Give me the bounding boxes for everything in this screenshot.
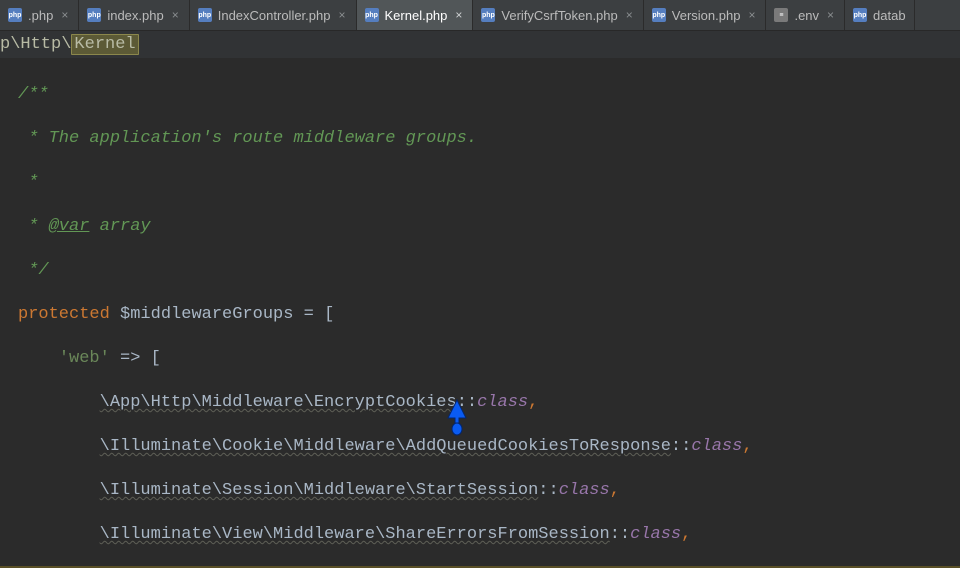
tab-file-3-kernel-active[interactable]: php Kernel.php × bbox=[357, 0, 474, 30]
tab-label: Version.php bbox=[672, 8, 741, 23]
tab-file-1[interactable]: php index.php × bbox=[79, 0, 189, 30]
class-ref: \Illuminate\View\Middleware\ShareErrorsF… bbox=[100, 525, 610, 544]
close-icon[interactable]: × bbox=[170, 9, 181, 21]
breadcrumb-prefix: p\Http\ bbox=[0, 35, 71, 54]
class-keyword: class bbox=[477, 393, 528, 412]
tab-label: Kernel.php bbox=[385, 8, 448, 23]
tab-file-4[interactable]: php VerifyCsrfToken.php × bbox=[473, 0, 643, 30]
close-icon[interactable]: × bbox=[825, 9, 836, 21]
tab-file-5[interactable]: php Version.php × bbox=[644, 0, 767, 30]
text-file-icon: ≡ bbox=[774, 8, 788, 22]
close-icon[interactable]: × bbox=[453, 9, 464, 21]
doc-comment: * bbox=[18, 173, 38, 192]
close-icon[interactable]: × bbox=[746, 9, 757, 21]
tab-label: .env bbox=[794, 8, 819, 23]
class-ref: \Illuminate\Session\Middleware\StartSess… bbox=[100, 481, 539, 500]
variable: $middlewareGroups bbox=[120, 305, 293, 324]
class-ref: \App\Http\Middleware\EncryptCookies bbox=[100, 393, 457, 412]
doc-tag: @var bbox=[49, 217, 90, 236]
php-file-icon: php bbox=[8, 8, 22, 22]
string: 'web' bbox=[59, 349, 110, 368]
class-keyword: class bbox=[630, 525, 681, 544]
punct: , bbox=[681, 525, 691, 544]
class-ref: \Illuminate\Cookie\Middleware\AddQueuedC… bbox=[100, 437, 671, 456]
php-file-icon: php bbox=[481, 8, 495, 22]
php-file-icon: php bbox=[87, 8, 101, 22]
php-file-icon: php bbox=[198, 8, 212, 22]
tab-file-7-truncated[interactable]: php datab bbox=[845, 0, 915, 30]
tab-file-2[interactable]: php IndexController.php × bbox=[190, 0, 357, 30]
operator: :: bbox=[671, 437, 691, 456]
operator: = [ bbox=[293, 305, 334, 324]
operator: :: bbox=[610, 525, 630, 544]
php-file-icon: php bbox=[365, 8, 379, 22]
close-icon[interactable]: × bbox=[336, 9, 347, 21]
class-keyword: class bbox=[691, 437, 742, 456]
punct: , bbox=[528, 393, 538, 412]
tab-label: datab bbox=[873, 8, 906, 23]
tab-label: .php bbox=[28, 8, 53, 23]
keyword-protected: protected bbox=[18, 305, 110, 324]
close-icon[interactable]: × bbox=[59, 9, 70, 21]
class-keyword: class bbox=[559, 481, 610, 500]
tab-bar: php .php × php index.php × php IndexCont… bbox=[0, 0, 960, 31]
breadcrumb-highlight: Kernel bbox=[71, 34, 138, 55]
tab-label: index.php bbox=[107, 8, 163, 23]
php-file-icon: php bbox=[853, 8, 867, 22]
tab-label: IndexController.php bbox=[218, 8, 331, 23]
tab-label: VerifyCsrfToken.php bbox=[501, 8, 617, 23]
doc-comment: array bbox=[89, 217, 150, 236]
punct: , bbox=[610, 481, 620, 500]
doc-comment: /** bbox=[18, 85, 49, 104]
php-file-icon: php bbox=[652, 8, 666, 22]
close-icon[interactable]: × bbox=[624, 9, 635, 21]
doc-comment: */ bbox=[18, 261, 49, 280]
operator: :: bbox=[457, 393, 477, 412]
doc-comment: * The application's route middleware gro… bbox=[18, 129, 477, 148]
operator: :: bbox=[538, 481, 558, 500]
breadcrumb: p\Http\Kernel bbox=[0, 31, 960, 58]
doc-comment: * bbox=[18, 217, 49, 236]
code-editor[interactable]: /** * The application's route middleware… bbox=[0, 58, 960, 568]
punct: , bbox=[742, 437, 752, 456]
tab-file-6-env[interactable]: ≡ .env × bbox=[766, 0, 845, 30]
tab-file-0[interactable]: php .php × bbox=[0, 0, 79, 30]
operator: => [ bbox=[110, 349, 161, 368]
